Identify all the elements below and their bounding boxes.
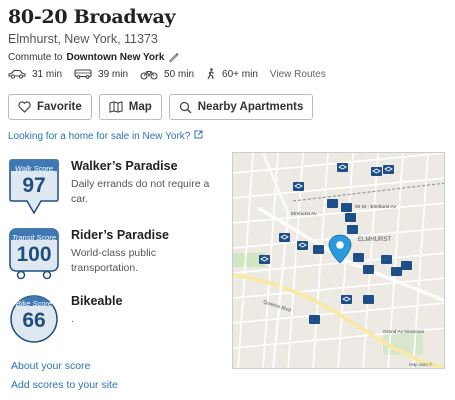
transit-score-value: 100 <box>16 243 52 266</box>
walk-time: 60+ min <box>222 68 258 80</box>
bike-score-description: . <box>71 313 74 325</box>
commute-mode-bus[interactable]: 39 min <box>74 69 128 80</box>
walk-score-title: Walker’s Paradise <box>71 159 178 173</box>
walk-score-label: Walk Score <box>14 164 54 173</box>
commute-destination: Commute to Downtown New York <box>8 52 180 63</box>
bus-time: 39 min <box>98 68 129 80</box>
about-your-score-link[interactable]: About your score <box>11 360 90 372</box>
bike-time: 50 min <box>164 68 195 80</box>
bus-icon <box>74 69 92 79</box>
map-button[interactable]: Map <box>98 94 162 120</box>
bike-score-label: Bike Score <box>15 299 53 308</box>
bike-score-block: Bike Score 66 Bikeable . <box>8 292 221 350</box>
car-time: 31 min <box>32 68 63 80</box>
commute-mode-walk[interactable]: 60+ min <box>206 68 258 80</box>
search-icon <box>179 101 192 114</box>
transit-score-description: World-class public transportation. <box>71 247 156 274</box>
neighborhood-map[interactable]: ELMHURST 90 St - Elmhurst Av Elmhurst Av… <box>232 152 445 369</box>
transit-score-title: Rider’s Paradise <box>71 228 169 242</box>
action-buttons: Favorite Map Nearby Apartments <box>8 94 314 120</box>
commute-modes: 31 min 39 min 50 min 60+ min View Routes <box>8 68 326 80</box>
transit-score-badge[interactable]: Transit Score 100 <box>8 226 60 284</box>
map-label-elmhurst: ELMHURST <box>358 237 391 243</box>
commute-prefix: Commute to <box>8 52 63 63</box>
map-label: Map <box>128 101 152 113</box>
map-label-elmhurst-av: Elmhurst Av <box>291 211 317 217</box>
map-credit: Map data © <box>409 361 433 367</box>
add-scores-link[interactable]: Add scores to your site <box>11 379 118 391</box>
bike-score-badge[interactable]: Bike Score 66 <box>8 292 60 350</box>
commute-mode-bike[interactable]: 50 min <box>140 69 194 80</box>
external-link-icon <box>194 130 203 142</box>
map-icon <box>109 101 123 113</box>
transit-score-label: Transit Score <box>11 233 57 242</box>
walk-score-description: Daily errands do not require a car. <box>71 178 210 205</box>
map-label-grand-av: Grand Av-Newtown <box>383 329 425 335</box>
home-for-sale-link[interactable]: Looking for a home for sale in New York? <box>8 130 203 142</box>
nearby-apartments-label: Nearby Apartments <box>197 101 304 113</box>
map-label-station: 90 St - Elmhurst Av <box>355 204 397 210</box>
favorite-label: Favorite <box>37 101 82 113</box>
view-routes-link[interactable]: View Routes <box>270 69 326 80</box>
commute-destination-name: Downtown New York <box>66 52 165 63</box>
nearby-apartments-button[interactable]: Nearby Apartments <box>168 94 314 120</box>
favorite-button[interactable]: Favorite <box>8 94 92 120</box>
walk-score-block: Walk Score 97 Walker’s Paradise Daily er… <box>8 157 221 215</box>
car-icon <box>8 69 26 79</box>
commute-mode-car[interactable]: 31 min <box>8 69 62 80</box>
walk-icon <box>206 68 216 80</box>
heart-icon <box>18 101 31 113</box>
walk-score-badge[interactable]: Walk Score 97 <box>8 157 60 215</box>
home-for-sale-text: Looking for a home for sale in New York? <box>8 130 191 142</box>
bike-icon <box>140 69 158 80</box>
address-subtitle: Elmhurst, New York, 11373 <box>8 32 158 46</box>
pencil-icon[interactable] <box>168 52 180 63</box>
page-title: 80-20 Broadway <box>8 6 176 28</box>
walk-score-value: 97 <box>22 174 46 197</box>
bike-score-title: Bikeable <box>71 294 123 308</box>
bike-score-value: 66 <box>22 309 46 332</box>
transit-score-block: Transit Score 100 Rider’s Paradise World… <box>8 226 221 284</box>
